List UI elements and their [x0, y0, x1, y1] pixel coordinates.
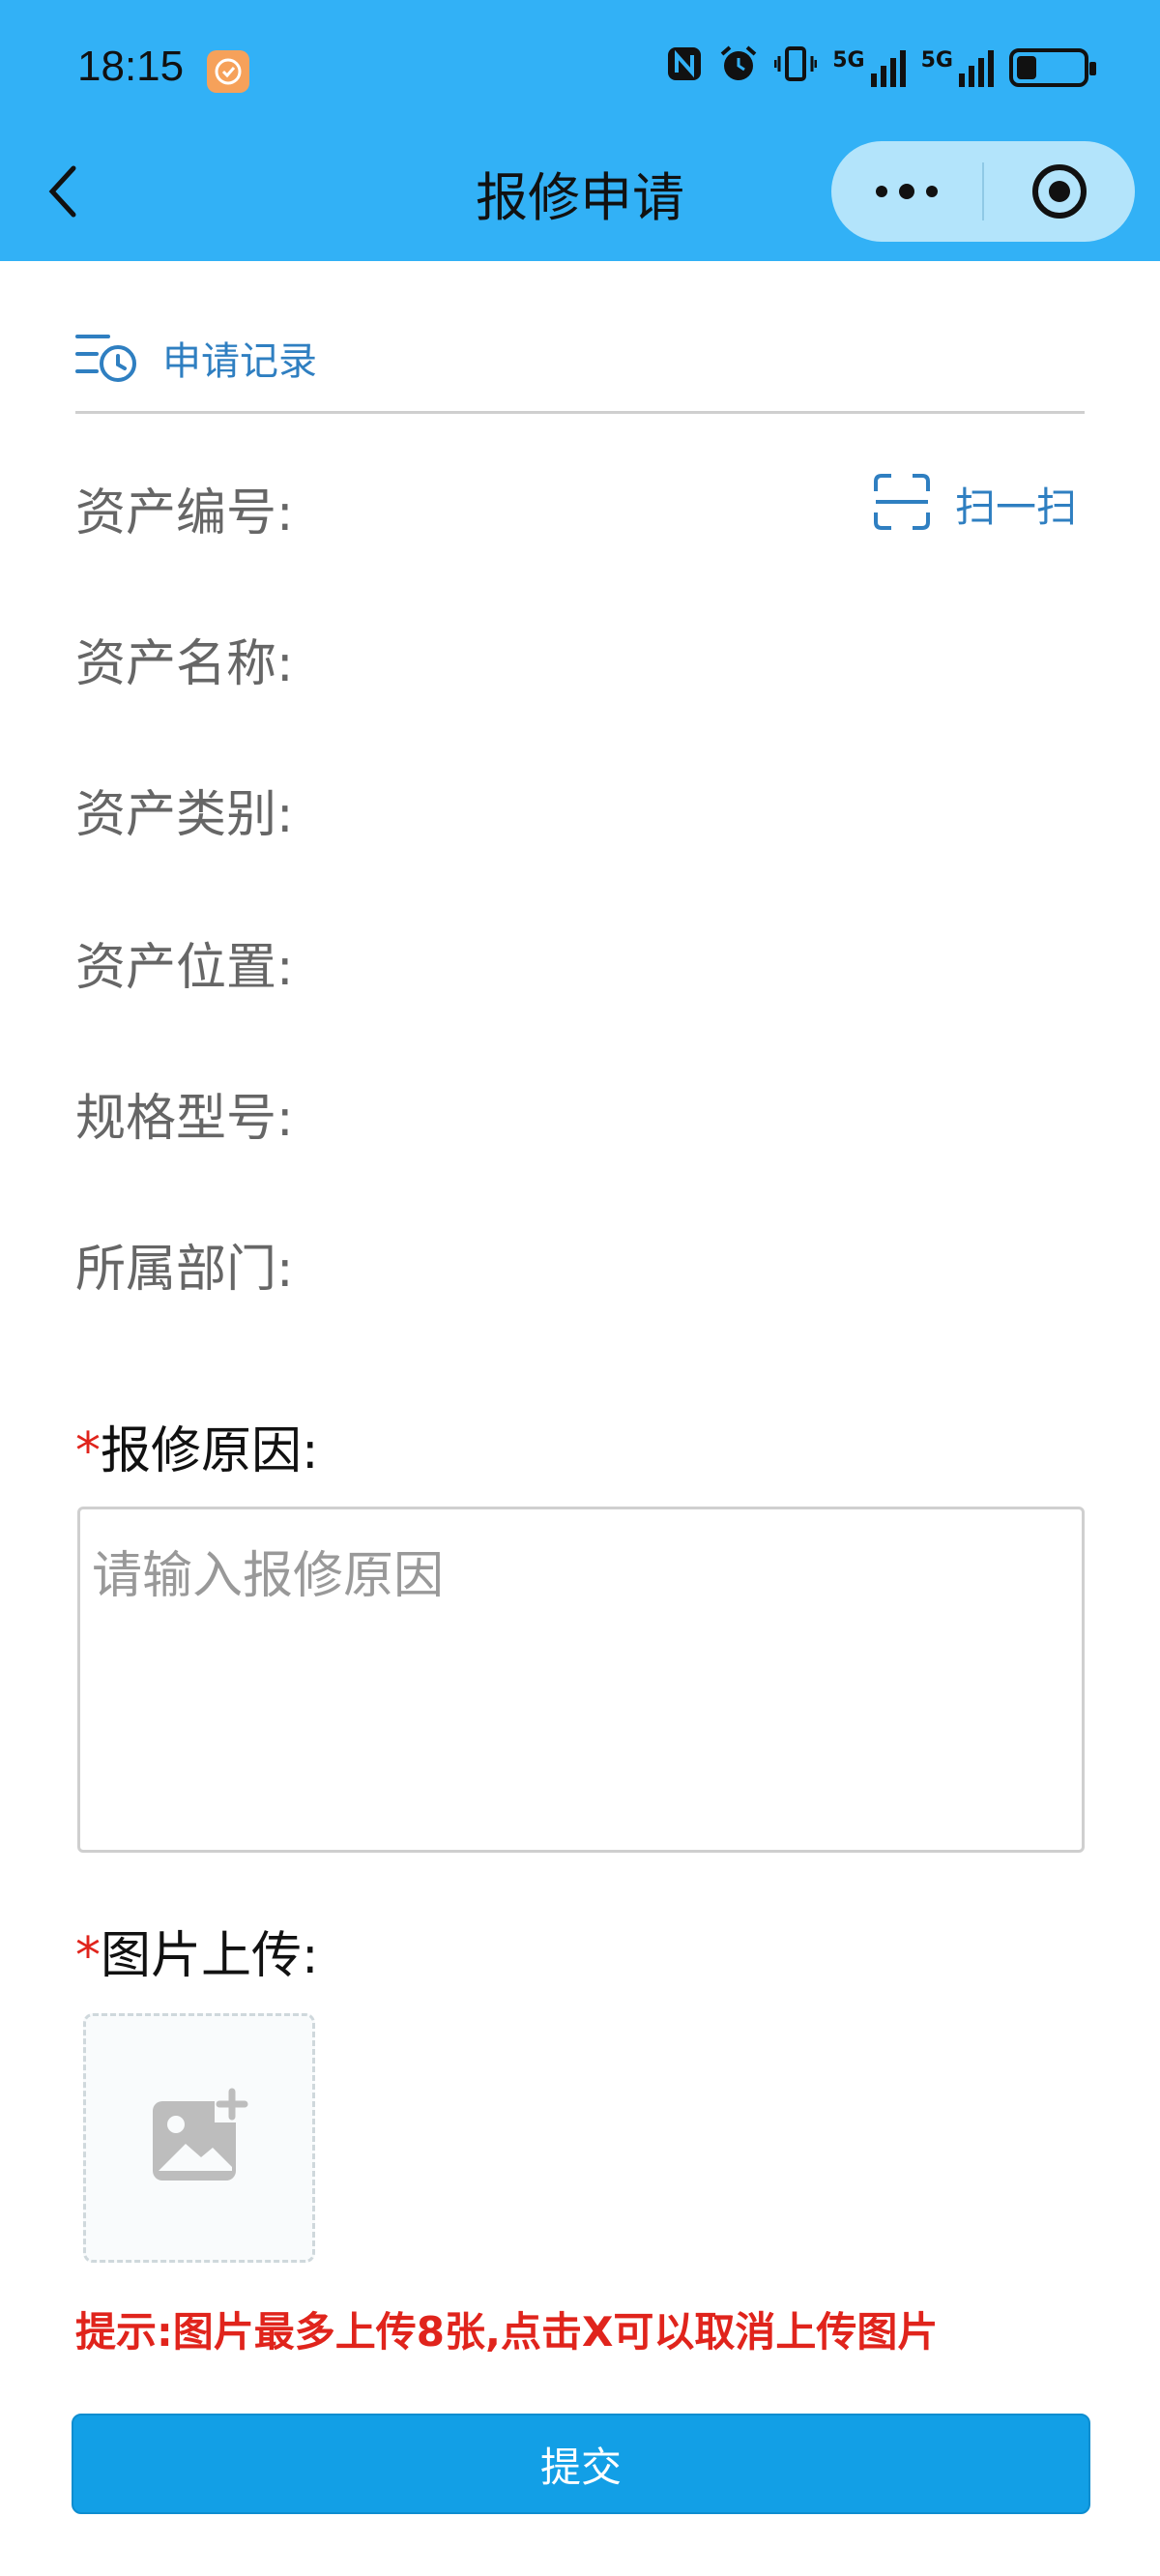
status-time: 18:15 — [77, 43, 185, 90]
upload-label-text: 图片上传: — [101, 1927, 319, 1985]
scan-label: 扫一扫 — [955, 483, 1078, 531]
battery-level — [1017, 55, 1036, 79]
add-image-icon — [149, 2088, 249, 2188]
submit-button[interactable]: 提交 — [72, 2414, 1090, 2514]
target-circle-icon[interactable] — [984, 141, 1135, 242]
field-department: 所属部门: — [75, 1241, 294, 1299]
signal-2-icon: 5G — [921, 48, 994, 87]
divider — [75, 411, 1085, 414]
upload-label: *图片上传: — [75, 1915, 319, 1987]
required-star: * — [75, 1422, 101, 1480]
signal-2-label: 5G — [920, 47, 953, 73]
alarm-icon — [718, 44, 759, 90]
vibrate-icon — [773, 44, 818, 90]
scan-button[interactable]: 扫一扫 — [872, 472, 1077, 536]
image-upload-button[interactable] — [83, 2013, 315, 2263]
signal-1-icon: 5G — [832, 47, 906, 87]
battery-icon — [1009, 47, 1096, 87]
application-records-link[interactable]: 申请记录 — [75, 319, 317, 396]
records-label: 申请记录 — [162, 339, 317, 384]
field-asset-category: 资产类别: — [75, 786, 294, 844]
signal-1-label: 5G — [832, 47, 865, 73]
heart-badge-icon — [207, 50, 249, 93]
reason-label: *报修原因: — [75, 1410, 319, 1482]
more-dots-icon[interactable] — [831, 141, 982, 242]
scan-frame-icon — [872, 472, 932, 536]
status-icons: 5G 5G — [666, 44, 1096, 90]
required-star: * — [75, 1927, 101, 1985]
upload-tip: 提示:图片最多上传8张,点击X可以取消上传图片 — [75, 2308, 939, 2356]
field-asset-location: 资产位置: — [75, 939, 294, 997]
nfc-icon — [666, 45, 703, 89]
mini-program-capsule — [831, 141, 1135, 242]
field-asset-number: 资产编号: — [75, 484, 294, 542]
header: 18:15 5G 5G 报修申请 — [0, 0, 1160, 261]
field-model-spec: 规格型号: — [75, 1090, 294, 1148]
reason-label-text: 报修原因: — [101, 1422, 319, 1480]
field-asset-name: 资产名称: — [75, 635, 294, 693]
list-clock-icon — [75, 329, 137, 387]
reason-input[interactable] — [77, 1507, 1085, 1853]
